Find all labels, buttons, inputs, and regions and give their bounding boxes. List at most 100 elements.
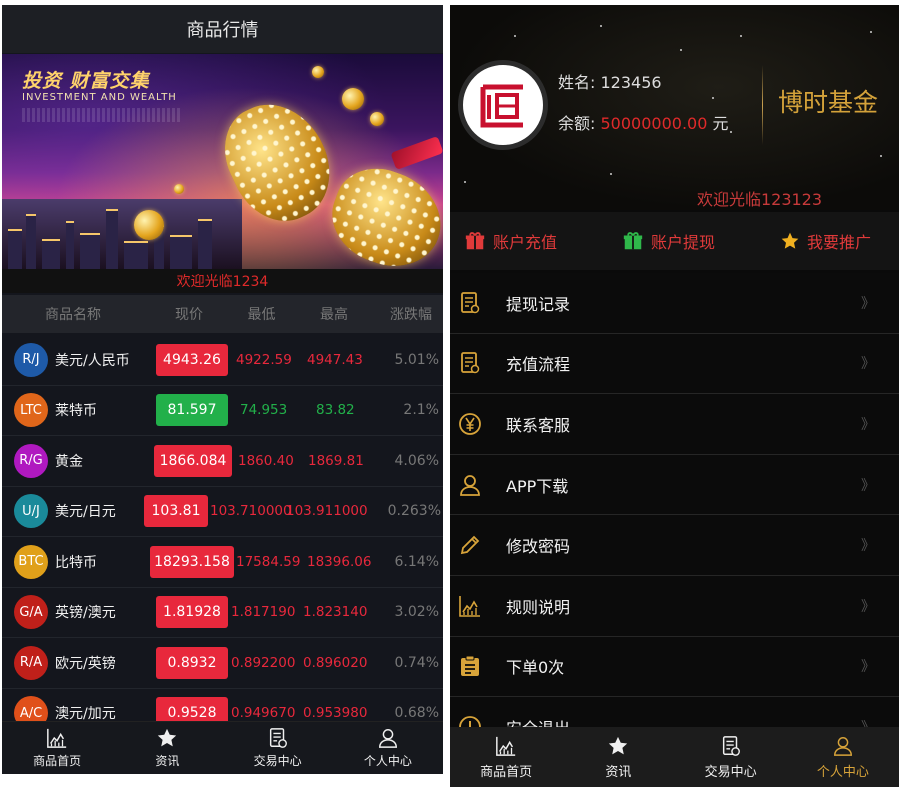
name-label: 姓名: — [558, 73, 596, 92]
column-header: 涨跌幅 — [390, 307, 432, 323]
column-header: 商品名称 — [45, 307, 101, 323]
welcome-message: 欢迎光临123123 — [696, 190, 823, 209]
current-price: 18293.158 — [150, 545, 234, 578]
banner-subline: INVESTMENT AND WEALTH — [22, 92, 177, 103]
change-percent: 6.14% — [394, 553, 439, 570]
menu-label: 提现记录 — [506, 294, 571, 314]
symbol-badge: G/A — [14, 595, 48, 630]
market-screen: 商品行情 投资 财富交集 INVESTMENT AND WEALTH 欢迎光临1… — [2, 5, 443, 774]
withdraw-button[interactable]: 账户提现 — [622, 229, 715, 253]
change-percent: 0.68% — [394, 705, 439, 722]
menu-customer-service[interactable]: 联系客服 》 — [450, 394, 899, 455]
tab-label: 交易中心 — [253, 754, 302, 768]
banner-building — [106, 209, 118, 269]
tab-profile[interactable]: 个人中心 — [333, 722, 443, 774]
banner-building — [170, 235, 192, 269]
tab-home[interactable]: 商品首页 — [2, 722, 112, 774]
menu-withdraw-records[interactable]: 提现记录 》 — [450, 273, 899, 334]
menu-label: 修改密码 — [506, 537, 571, 557]
low-price: 103.710000 — [210, 503, 292, 520]
symbol-badge: U/J — [14, 494, 48, 529]
profile-screen: 姓名: 123456 余额: 50000000.00 元 博时基金 欢迎光临12… — [450, 5, 899, 787]
symbol-badge: R/A — [14, 645, 48, 680]
promote-button[interactable]: 我要推广 — [780, 229, 871, 253]
menu-order-count[interactable]: 下单0次 》 — [450, 636, 899, 698]
banner-headline: 投资 财富交集 — [22, 70, 150, 92]
tab-home[interactable]: 商品首页 — [450, 727, 562, 787]
tab-label: 交易中心 — [704, 764, 757, 780]
menu-rules[interactable]: 规则说明 》 — [450, 575, 899, 637]
low-price: 4922.59 — [236, 351, 292, 368]
column-header: 最低 — [247, 307, 276, 323]
menu-change-password[interactable]: 修改密码 》 — [450, 515, 899, 576]
account-actions: 账户充值 账户提现 我要推广 — [450, 212, 899, 270]
star-dot — [740, 35, 742, 37]
star-dot — [600, 25, 602, 27]
promo-banner[interactable]: 投资 财富交集 INVESTMENT AND WEALTH — [2, 54, 443, 269]
symbol-name: 英镑/澳元 — [55, 605, 116, 622]
star-dot — [464, 181, 466, 183]
quote-row[interactable]: U/J 美元/日元 103.81 103.710000 103.911000 0… — [2, 487, 443, 537]
yen-icon — [459, 413, 481, 435]
symbol-name: 比特币 — [55, 554, 97, 571]
low-price: 1860.40 — [238, 452, 294, 469]
banner-building — [124, 241, 148, 269]
bottom-tab-bar: 商品首页 资讯 交易中心 个人中心 — [2, 721, 443, 774]
profile-header: 姓名: 123456 余额: 50000000.00 元 博时基金 欢迎光临12… — [450, 5, 899, 210]
pencil-icon — [460, 535, 480, 555]
tab-label: 商品首页 — [480, 764, 533, 780]
menu-label: 充值流程 — [506, 355, 571, 375]
quote-row[interactable]: G/A 英镑/澳元 1.81928 1.817190 1.823140 3.02… — [2, 588, 443, 638]
quote-row[interactable]: R/G 黄金 1866.084 1860.40 1869.81 4.06% — [2, 436, 443, 487]
user-icon — [378, 729, 397, 748]
change-percent: 5.01% — [394, 351, 439, 368]
high-price: 18396.06 — [307, 553, 372, 570]
star-icon — [781, 232, 799, 249]
quote-row[interactable]: BTC 比特币 18293.158 17584.59 18396.06 6.14… — [2, 537, 443, 588]
star-dot — [514, 35, 516, 37]
banner-city — [2, 199, 242, 269]
column-header: 最高 — [320, 307, 348, 323]
menu-recharge-process[interactable]: 充值流程 》 — [450, 333, 899, 395]
action-label: 账户提现 — [651, 233, 716, 252]
balance-value: 50000000.00 — [600, 114, 708, 133]
brand-name: 博时基金 — [778, 88, 879, 117]
quote-row[interactable]: R/J 美元/人民币 4943.26 4922.59 4947.43 5.01% — [2, 335, 443, 386]
banner-building — [80, 233, 100, 269]
symbol-name: 莱特币 — [55, 403, 97, 420]
symbol-badge: R/G — [14, 443, 48, 478]
current-price: 0.8932 — [156, 646, 228, 679]
menu-app-download[interactable]: APP下载 》 — [450, 454, 899, 516]
document-icon — [269, 728, 287, 748]
symbol-badge: BTC — [14, 544, 48, 579]
symbol-name: 美元/人民币 — [55, 352, 130, 369]
tab-trade-center[interactable]: 交易中心 — [675, 727, 787, 787]
banner-building — [198, 219, 212, 269]
avatar[interactable] — [458, 60, 548, 150]
document-icon — [461, 352, 480, 374]
chart-icon — [496, 736, 516, 756]
name-value: 123456 — [600, 73, 662, 92]
star-dot — [870, 31, 872, 33]
recharge-button[interactable]: 账户充值 — [464, 229, 557, 253]
balance-unit: 元 — [712, 114, 729, 133]
action-label: 账户充值 — [493, 233, 558, 252]
tab-profile[interactable]: 个人中心 — [787, 727, 899, 787]
tab-news[interactable]: 资讯 — [112, 722, 222, 774]
quote-row[interactable]: R/A 欧元/英镑 0.8932 0.892200 0.896020 0.74% — [2, 638, 443, 689]
chevron-right-icon: 》 — [861, 477, 875, 494]
change-percent: 3.02% — [394, 604, 439, 621]
welcome-message: 欢迎光临1234 — [2, 269, 443, 293]
quote-row[interactable]: LTC 莱特币 81.597 74.953 83.82 2.1% — [2, 386, 443, 436]
low-price: 74.953 — [240, 402, 288, 419]
company-logo-icon — [480, 84, 523, 128]
tab-news[interactable]: 资讯 — [562, 727, 674, 787]
quote-list: R/J 美元/人民币 4943.26 4922.59 4947.43 5.01%… — [2, 335, 443, 739]
chevron-right-icon: 》 — [861, 416, 875, 433]
star-dot — [712, 97, 714, 99]
chart-icon — [47, 728, 67, 748]
current-price: 81.597 — [156, 394, 228, 427]
tab-trade-center[interactable]: 交易中心 — [223, 722, 333, 774]
bottom-tab-bar: 商品首页 资讯 交易中心 个人中心 — [450, 727, 899, 787]
star-icon — [609, 736, 628, 754]
